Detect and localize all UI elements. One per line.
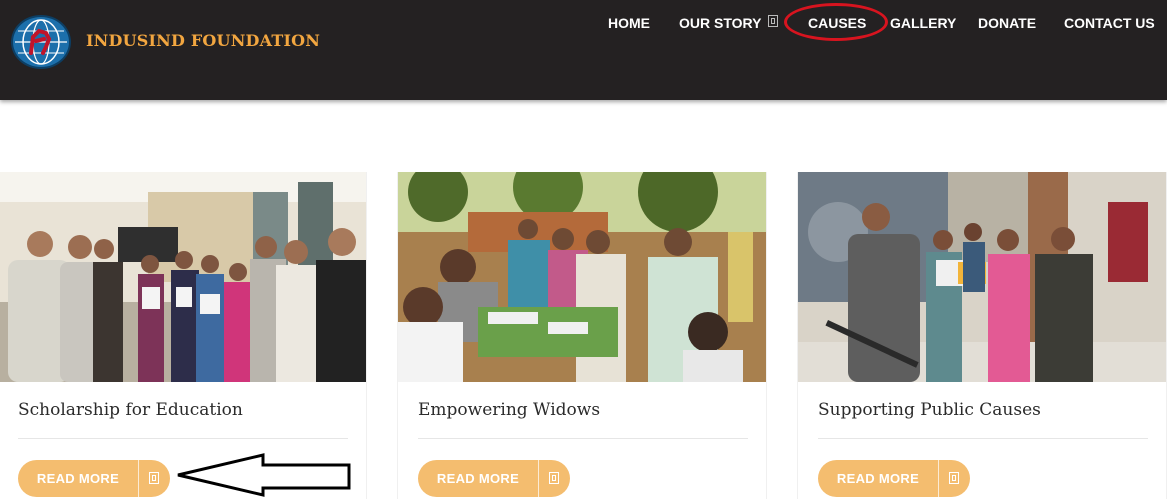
document-icon [149,472,159,484]
cause-card-public: Supporting Public Causes READ MORE [797,172,1167,499]
button-separator [938,460,939,497]
causes-highlight-annotation [784,3,888,41]
cause-card-widows: Empowering Widows READ MORE [397,172,767,499]
women-at-outdoor-table-photo[interactable] [398,172,766,382]
card-divider [418,438,748,439]
read-more-button[interactable]: READ MORE [818,460,970,497]
cause-title[interactable]: Scholarship for Education [18,400,243,420]
cause-title[interactable]: Empowering Widows [418,400,600,420]
read-more-button[interactable]: READ MORE [418,460,570,497]
site-header: INDUSIND FOUNDATION HOME OUR STORY CAUSE… [0,0,1167,100]
read-more-label: READ MORE [436,471,520,486]
nav-contact-us[interactable]: CONTACT US [1064,14,1155,32]
man-speaking-at-event-photo[interactable] [798,172,1166,382]
submenu-dropdown-icon[interactable] [768,15,778,27]
cause-card-scholarship: Scholarship for Education READ MORE [0,172,367,499]
card-divider [18,438,348,439]
left-arrow-annotation-icon [177,453,351,497]
document-icon [949,472,959,484]
nav-our-story[interactable]: OUR STORY [679,14,761,32]
nav-home[interactable]: HOME [608,14,650,32]
students-with-certificates-photo[interactable] [0,172,366,382]
read-more-label: READ MORE [36,471,120,486]
button-separator [138,460,139,497]
read-more-button[interactable]: READ MORE [18,460,170,497]
nav-gallery[interactable]: GALLERY [890,14,956,32]
read-more-label: READ MORE [836,471,920,486]
nav-donate[interactable]: DONATE [978,14,1036,32]
card-divider [818,438,1148,439]
button-separator [538,460,539,497]
main-navigation: HOME OUR STORY CAUSES GALLERY DONATE CON… [0,14,1167,34]
cause-title[interactable]: Supporting Public Causes [818,400,1041,420]
document-icon [549,472,559,484]
